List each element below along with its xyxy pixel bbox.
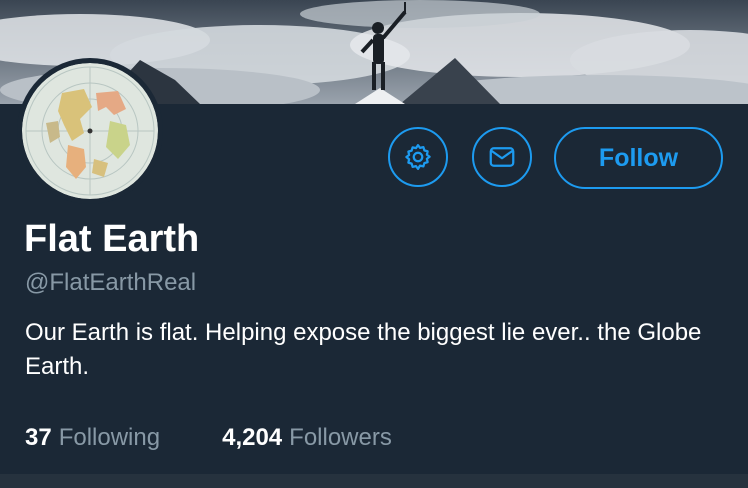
profile-bio: Our Earth is flat. Helping expose the bi… [25,319,702,380]
section-divider [0,474,748,488]
profile-stats: 37 Following 4,204 Followers [25,422,392,454]
flat-earth-map-icon [22,63,158,199]
gear-icon [405,144,431,170]
followers-link[interactable]: 4,204 Followers [222,422,392,454]
following-label: Following [58,424,161,451]
message-button[interactable] [472,127,532,187]
settings-button[interactable] [388,127,448,187]
followers-count: 4,204 [222,424,283,451]
following-link[interactable]: 37 Following [25,422,160,454]
avatar-image [22,63,158,199]
following-count: 37 [25,424,52,451]
followers-label: Followers [289,424,392,451]
envelope-icon [489,147,515,167]
profile-name: Flat Earth [24,218,200,260]
profile-handle: @FlatEarthReal [25,269,197,296]
avatar[interactable] [17,58,163,204]
follow-button[interactable]: Follow [554,127,723,189]
